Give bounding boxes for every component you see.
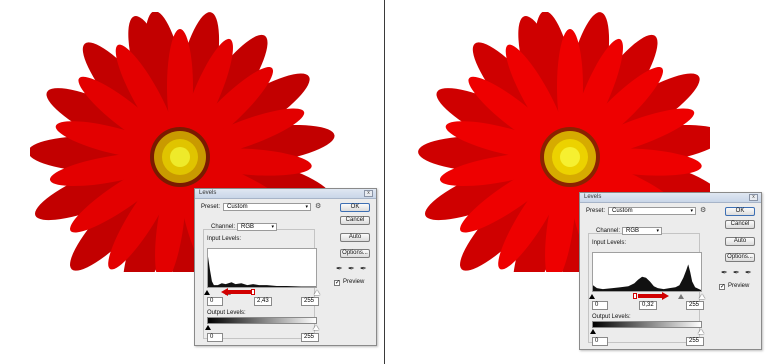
input-gamma-field[interactable]: 2,43 (254, 297, 272, 306)
input-black-field[interactable]: 0 (207, 297, 223, 306)
input-black-field[interactable]: 0 (592, 301, 608, 310)
gray-eyedropper-icon[interactable]: ✒ (733, 268, 740, 277)
ok-button[interactable]: OK (725, 207, 755, 216)
preview-label: Preview (728, 283, 750, 289)
close-icon[interactable]: x (749, 194, 758, 201)
auto-button[interactable]: Auto (340, 233, 370, 242)
preview-label: Preview (343, 279, 365, 285)
close-icon[interactable]: x (364, 190, 373, 197)
levels-dialog: Levels x Preset: Custom ▾ ⚙ Channel: RGB… (579, 192, 762, 350)
arrowhead-right-icon (662, 292, 669, 300)
output-gradient-bar (207, 317, 317, 324)
red-arrow-annotation-icon (227, 290, 251, 294)
white-point-slider-handle[interactable] (314, 290, 320, 295)
white-point-slider-handle[interactable] (699, 294, 705, 299)
dialog-title: Levels (199, 190, 217, 196)
output-white-slider-handle[interactable] (698, 329, 704, 334)
chevron-down-icon: ▾ (305, 204, 308, 210)
channel-label: Channel: (596, 228, 621, 234)
channel-select[interactable]: RGB ▾ (622, 227, 662, 235)
channel-value: RGB (241, 224, 255, 230)
gear-icon[interactable]: ⚙ (700, 206, 706, 214)
chevron-down-icon: ▾ (656, 228, 659, 234)
black-point-slider-handle[interactable] (589, 294, 595, 299)
output-levels-label: Output Levels: (592, 314, 631, 320)
levels-dialog: Levels x Preset: Custom ▾ ⚙ Channel: RGB… (194, 188, 377, 346)
output-black-slider-handle[interactable] (205, 325, 211, 330)
preset-select[interactable]: Custom ▾ (608, 207, 696, 215)
white-eyedropper-icon[interactable]: ✒ (745, 268, 752, 277)
red-arrow-annotation-icon (638, 294, 662, 298)
output-white-slider-handle[interactable] (313, 325, 319, 330)
options-button[interactable]: Options... (340, 249, 370, 258)
output-gradient-bar (592, 321, 702, 328)
preview-checkbox[interactable]: ✓ (719, 284, 725, 290)
preset-value: Custom (612, 208, 633, 214)
slider-marker-icon (251, 289, 255, 295)
output-levels-label: Output Levels: (207, 310, 246, 316)
auto-button[interactable]: Auto (725, 237, 755, 246)
channel-value: RGB (626, 228, 640, 234)
cancel-button[interactable]: Cancel (340, 216, 370, 225)
histogram (592, 252, 702, 292)
black-eyedropper-icon[interactable]: ✒ (721, 268, 728, 277)
preview-checkbox[interactable]: ✓ (334, 280, 340, 286)
input-gamma-field[interactable]: 0,32 (639, 301, 657, 310)
input-levels-label: Input Levels: (592, 240, 627, 246)
output-black-field[interactable]: 0 (207, 333, 223, 342)
input-white-field[interactable]: 255 (301, 297, 319, 306)
chevron-down-icon: ▾ (690, 208, 693, 214)
dialog-titlebar[interactable]: Levels x (195, 189, 376, 199)
output-black-slider-handle[interactable] (590, 329, 596, 334)
output-black-field[interactable]: 0 (592, 337, 608, 346)
dialog-title: Levels (584, 194, 602, 200)
preset-value: Custom (227, 204, 248, 210)
arrowhead-left-icon (221, 288, 228, 296)
channel-label: Channel: (211, 224, 236, 230)
preset-label: Preset: (201, 204, 221, 210)
preset-label: Preset: (586, 208, 606, 214)
histogram (207, 248, 317, 288)
left-image-panel: Levels x Preset: Custom ▾ ⚙ Channel: RGB… (0, 0, 385, 364)
input-white-field[interactable]: 255 (686, 301, 704, 310)
input-levels-label: Input Levels: (207, 236, 242, 242)
chevron-down-icon: ▾ (271, 224, 274, 230)
output-white-field[interactable]: 255 (301, 333, 319, 342)
gamma-slider-handle[interactable] (678, 294, 684, 299)
black-point-slider-handle[interactable] (204, 290, 210, 295)
gear-icon[interactable]: ⚙ (315, 202, 321, 210)
right-image-panel: Levels x Preset: Custom ▾ ⚙ Channel: RGB… (385, 0, 770, 364)
dialog-titlebar[interactable]: Levels x (580, 193, 761, 203)
channel-select[interactable]: RGB ▾ (237, 223, 277, 231)
gray-eyedropper-icon[interactable]: ✒ (348, 264, 355, 273)
ok-button[interactable]: OK (340, 203, 370, 212)
black-eyedropper-icon[interactable]: ✒ (336, 264, 343, 273)
white-eyedropper-icon[interactable]: ✒ (360, 264, 367, 273)
cancel-button[interactable]: Cancel (725, 220, 755, 229)
preset-select[interactable]: Custom ▾ (223, 203, 311, 211)
options-button[interactable]: Options... (725, 253, 755, 262)
slider-marker-icon (633, 293, 637, 299)
output-white-field[interactable]: 255 (686, 337, 704, 346)
